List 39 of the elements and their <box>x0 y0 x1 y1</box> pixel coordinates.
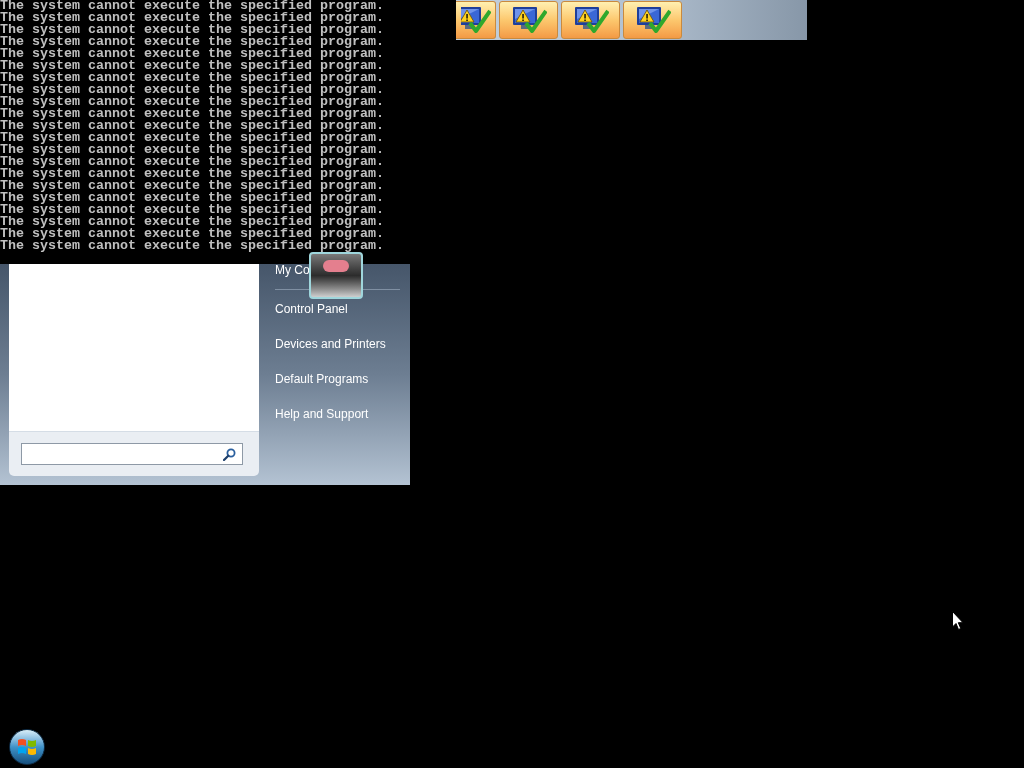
menu-item[interactable]: My Co <box>275 264 310 276</box>
console-line: The system cannot execute the specified program. <box>0 84 384 96</box>
start-button[interactable] <box>9 729 45 765</box>
search-icon <box>223 447 236 461</box>
taskbar-button[interactable] <box>499 1 558 39</box>
console-line: The system cannot execute the specified program. <box>0 228 384 240</box>
flag-icon <box>17 738 37 756</box>
console-line: The system cannot execute the specified program. <box>0 144 384 156</box>
console-line: The system cannot execute the specified program. <box>0 12 384 24</box>
console-line: The system cannot execute the specified program. <box>0 72 384 84</box>
monitor-warning-icon <box>634 5 671 35</box>
console-line: The system cannot execute the specified program. <box>0 240 384 252</box>
console-line: The system cannot execute the specified program. <box>0 216 384 228</box>
console-line: The system cannot execute the specified program. <box>0 36 384 48</box>
console-line: The system cannot execute the specified program. <box>0 48 384 60</box>
console-line: The system cannot execute the specified program. <box>0 120 384 132</box>
console-line: The system cannot execute the specified program. <box>0 60 384 72</box>
console-line: The system cannot execute the specified program. <box>0 168 384 180</box>
taskbar-button[interactable] <box>561 1 620 39</box>
taskbar-button[interactable] <box>456 1 496 39</box>
menu-item[interactable]: Help and Support <box>275 407 369 421</box>
console-line: The system cannot execute the specified program. <box>0 132 384 144</box>
search-field[interactable] <box>21 443 243 465</box>
taskbar-button[interactable] <box>623 1 682 39</box>
console-line: The system cannot execute the specified program. <box>0 180 384 192</box>
console-line: The system cannot execute the specified program. <box>0 108 384 120</box>
menu-item[interactable]: Default Programs <box>275 372 369 386</box>
console-line: The system cannot execute the specified program. <box>0 204 384 216</box>
monitor-warning-icon <box>572 5 609 35</box>
monitor-warning-icon <box>461 5 491 35</box>
console-line: The system cannot execute the specified program. <box>0 24 384 36</box>
user-picture[interactable] <box>309 252 363 299</box>
monitor-warning-icon <box>510 5 547 35</box>
console-line: The system cannot execute the specified program. <box>0 96 384 108</box>
console-line: The system cannot execute the specified program. <box>0 192 384 204</box>
menu-item[interactable]: Control Panel <box>275 302 348 316</box>
menu-item[interactable]: Devices and Printers <box>275 337 386 351</box>
console-line: The system cannot execute the specified program. <box>0 156 384 168</box>
mouse-pointer-icon <box>952 611 964 630</box>
